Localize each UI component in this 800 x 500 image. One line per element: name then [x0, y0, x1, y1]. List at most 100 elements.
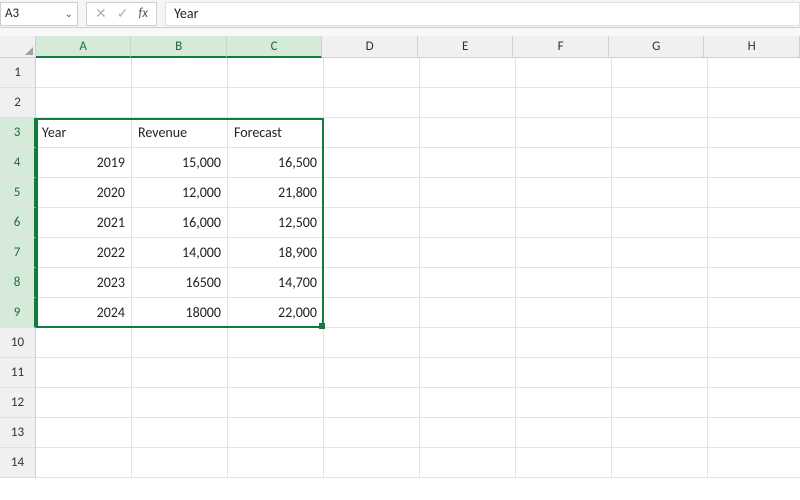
- cell-C9[interactable]: 22,000: [228, 298, 324, 328]
- cell-C11[interactable]: [228, 358, 324, 388]
- col-header-D[interactable]: D: [322, 36, 418, 58]
- cell-G12[interactable]: [612, 388, 708, 418]
- cell-H2[interactable]: [708, 88, 800, 118]
- select-all-corner[interactable]: [0, 36, 36, 58]
- cell-C8[interactable]: 14,700: [228, 268, 324, 298]
- cell-F5[interactable]: [516, 178, 612, 208]
- cell-C5[interactable]: 21,800: [228, 178, 324, 208]
- cell-G9[interactable]: [612, 298, 708, 328]
- cell-D3[interactable]: [324, 118, 420, 148]
- cell-E13[interactable]: [420, 418, 516, 448]
- col-header-F[interactable]: F: [513, 36, 609, 58]
- cell-E5[interactable]: [420, 178, 516, 208]
- cell-area[interactable]: Year Revenue Forecast 2019 15,000 16,500…: [36, 58, 800, 478]
- cell-F3[interactable]: [516, 118, 612, 148]
- cell-B7[interactable]: 14,000: [132, 238, 228, 268]
- cell-B6[interactable]: 16,000: [132, 208, 228, 238]
- cell-A9[interactable]: 2024: [36, 298, 132, 328]
- row-header-5[interactable]: 5: [0, 178, 36, 208]
- cell-D13[interactable]: [324, 418, 420, 448]
- cell-D10[interactable]: [324, 328, 420, 358]
- cell-G10[interactable]: [612, 328, 708, 358]
- cell-E1[interactable]: [420, 58, 516, 88]
- cell-C3[interactable]: Forecast: [228, 118, 324, 148]
- cell-E3[interactable]: [420, 118, 516, 148]
- cell-E2[interactable]: [420, 88, 516, 118]
- row-header-1[interactable]: 1: [0, 58, 36, 88]
- cell-A3[interactable]: Year: [36, 118, 132, 148]
- cell-D1[interactable]: [324, 58, 420, 88]
- cell-A14[interactable]: [36, 448, 132, 478]
- cell-D5[interactable]: [324, 178, 420, 208]
- cell-B2[interactable]: [132, 88, 228, 118]
- row-header-7[interactable]: 7: [0, 238, 36, 268]
- row-header-4[interactable]: 4: [0, 148, 36, 178]
- cell-C6[interactable]: 12,500: [228, 208, 324, 238]
- chevron-down-icon[interactable]: ⌄: [65, 7, 73, 20]
- row-header-14[interactable]: 14: [0, 448, 36, 478]
- cell-B9[interactable]: 18000: [132, 298, 228, 328]
- row-header-13[interactable]: 13: [0, 418, 36, 448]
- cell-B12[interactable]: [132, 388, 228, 418]
- cell-F7[interactable]: [516, 238, 612, 268]
- cell-H8[interactable]: [708, 268, 800, 298]
- cell-A2[interactable]: [36, 88, 132, 118]
- cell-E10[interactable]: [420, 328, 516, 358]
- cell-H4[interactable]: [708, 148, 800, 178]
- cell-G2[interactable]: [612, 88, 708, 118]
- row-header-11[interactable]: 11: [0, 358, 36, 388]
- cell-B3[interactable]: Revenue: [132, 118, 228, 148]
- cell-H13[interactable]: [708, 418, 800, 448]
- cell-A4[interactable]: 2019: [36, 148, 132, 178]
- cell-G11[interactable]: [612, 358, 708, 388]
- cell-A6[interactable]: 2021: [36, 208, 132, 238]
- cell-E4[interactable]: [420, 148, 516, 178]
- cell-G6[interactable]: [612, 208, 708, 238]
- cell-C7[interactable]: 18,900: [228, 238, 324, 268]
- cell-H6[interactable]: [708, 208, 800, 238]
- cell-A8[interactable]: 2023: [36, 268, 132, 298]
- cell-B4[interactable]: 15,000: [132, 148, 228, 178]
- row-header-6[interactable]: 6: [0, 208, 36, 238]
- cell-G13[interactable]: [612, 418, 708, 448]
- cell-D8[interactable]: [324, 268, 420, 298]
- col-header-A[interactable]: A: [36, 36, 132, 58]
- formula-bar[interactable]: Year: [165, 2, 800, 26]
- cell-D6[interactable]: [324, 208, 420, 238]
- cell-F2[interactable]: [516, 88, 612, 118]
- col-header-C[interactable]: C: [227, 36, 323, 58]
- cell-B11[interactable]: [132, 358, 228, 388]
- cell-B1[interactable]: [132, 58, 228, 88]
- row-header-9[interactable]: 9: [0, 298, 36, 328]
- cell-A10[interactable]: [36, 328, 132, 358]
- cell-D11[interactable]: [324, 358, 420, 388]
- cell-A12[interactable]: [36, 388, 132, 418]
- cell-A5[interactable]: 2020: [36, 178, 132, 208]
- cell-C12[interactable]: [228, 388, 324, 418]
- fx-icon[interactable]: fx: [138, 6, 148, 21]
- cell-G8[interactable]: [612, 268, 708, 298]
- row-header-10[interactable]: 10: [0, 328, 36, 358]
- cell-F1[interactable]: [516, 58, 612, 88]
- cell-D4[interactable]: [324, 148, 420, 178]
- cell-F12[interactable]: [516, 388, 612, 418]
- row-header-3[interactable]: 3: [0, 118, 36, 148]
- cell-C4[interactable]: 16,500: [228, 148, 324, 178]
- name-box[interactable]: A3 ⌄: [0, 2, 78, 26]
- cell-B8[interactable]: 16500: [132, 268, 228, 298]
- cell-C2[interactable]: [228, 88, 324, 118]
- row-header-2[interactable]: 2: [0, 88, 36, 118]
- cell-F8[interactable]: [516, 268, 612, 298]
- cell-F10[interactable]: [516, 328, 612, 358]
- cell-D7[interactable]: [324, 238, 420, 268]
- cell-B5[interactable]: 12,000: [132, 178, 228, 208]
- col-header-B[interactable]: B: [131, 36, 227, 58]
- cell-H10[interactable]: [708, 328, 800, 358]
- cell-A7[interactable]: 2022: [36, 238, 132, 268]
- col-header-G[interactable]: G: [609, 36, 705, 58]
- cell-D12[interactable]: [324, 388, 420, 418]
- cell-E12[interactable]: [420, 388, 516, 418]
- cell-H11[interactable]: [708, 358, 800, 388]
- cell-F13[interactable]: [516, 418, 612, 448]
- cell-C10[interactable]: [228, 328, 324, 358]
